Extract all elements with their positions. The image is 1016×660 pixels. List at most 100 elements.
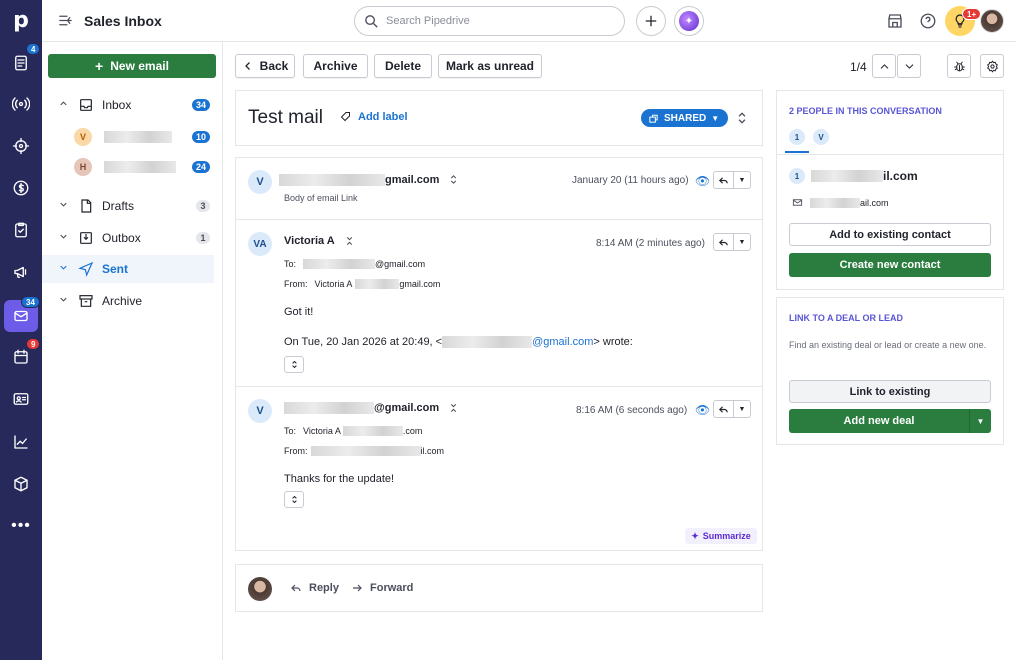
reply-icon[interactable] [714,172,734,188]
quote-email-link[interactable]: @gmail.com [532,336,593,348]
prev-thread-button[interactable] [872,54,896,78]
caret-down-icon[interactable]: ▼ [734,172,750,188]
reply-icon[interactable] [714,234,734,250]
target-icon[interactable] [9,134,33,158]
show-quoted-button[interactable] [284,356,304,373]
account-count: 10 [191,131,210,143]
from-email-suffix: il.com [420,446,445,456]
dollar-icon[interactable] [9,176,33,200]
reply-button[interactable]: Reply [290,582,339,594]
summarize-button[interactable]: ✦ Summarize [685,528,757,544]
collapse-menu-icon[interactable] [57,12,74,32]
next-thread-button[interactable] [897,54,921,78]
chevron-up-icon [58,98,70,112]
create-new-contact-button[interactable]: Create new contact [789,253,991,277]
to-line: To: @gmail.com [284,259,425,269]
email-redacted [342,426,403,436]
link-description: Find an existing deal or lead or create … [789,340,987,350]
folder-outbox[interactable]: Outbox 1 [42,224,214,252]
archive-button[interactable]: Archive [303,54,368,78]
person-tab-1[interactable]: 1 [789,129,805,145]
campaigns-icon[interactable] [9,260,33,284]
insights-icon[interactable] [9,430,33,454]
reply-icon[interactable] [714,401,734,417]
folder-archive[interactable]: Archive [42,287,214,315]
sparkle-icon: ✦ [691,530,699,541]
reply-icon [291,584,301,592]
new-email-button[interactable]: + New email [48,54,216,78]
add-to-existing-contact-button[interactable]: Add to existing contact [789,223,991,246]
back-button[interactable]: Back [235,54,295,78]
help-icon[interactable] [919,12,937,33]
expand-collapse-icon[interactable] [735,110,749,129]
message-time: January 20 (11 hours ago) [572,175,689,186]
gear-icon [986,60,998,72]
leads-icon[interactable] [9,92,33,116]
expand-icon [291,495,297,504]
person-tab-2[interactable]: V [813,129,829,145]
message-collapsed[interactable]: V gmail.com Body of email Link January 2… [236,158,762,220]
link-deal-panel: LINK TO A DEAL OR LEAD Find an existing … [776,297,1004,445]
email-redacted [810,197,860,208]
collapse-icon[interactable] [448,402,459,414]
thread-subject: Test mail [248,107,323,128]
from-line: From: il.com [284,446,444,456]
collapse-icon[interactable] [344,235,355,247]
contacts-icon[interactable] [9,387,33,411]
plus-icon [645,15,657,27]
search-icon [365,14,378,28]
caret-down-icon[interactable]: ▼ [969,409,991,433]
folder-inbox[interactable]: Inbox 34 [42,91,214,119]
to-email-suffix: .com [402,426,423,436]
pipedrive-logo[interactable]: p [9,8,33,33]
account-item[interactable]: V 10 [42,123,214,151]
reply-split-button[interactable]: ▼ [713,233,751,251]
caret-down-icon[interactable]: ▼ [734,234,750,250]
caret-down-icon[interactable]: ▼ [734,401,750,417]
thread-messages: V gmail.com Body of email Link January 2… [235,157,763,551]
link-to-existing-button[interactable]: Link to existing [789,380,991,403]
shared-dropdown[interactable]: SHARED ▼ [641,109,728,127]
reply-split-button[interactable]: ▼ [713,400,751,418]
tips-badge: 1+ [962,8,982,20]
sender-avatar: V [248,170,272,194]
person-email-suffix: ail.com [860,197,889,208]
user-avatar[interactable] [980,9,1004,33]
message-time: 8:16 AM (6 seconds ago) [576,405,688,416]
expand-icon[interactable] [448,173,459,186]
message-expanded: V @gmail.com 8:16 AM (6 seconds ago) 👁 ▼… [236,387,762,550]
add-new-deal-button[interactable]: Add new deal [789,409,969,433]
to-name: Victoria A [303,426,341,436]
show-quoted-button[interactable] [284,491,304,508]
more-icon[interactable]: ••• [9,514,33,538]
email-redacted [284,402,374,414]
thread-header: Test mail Add label SHARED ▼ [235,90,763,146]
draft-icon [81,199,92,213]
mark-unread-button[interactable]: Mark as unread [438,54,542,78]
mail-badge: 34 [21,296,40,308]
divider [777,154,1003,155]
folder-sent[interactable]: Sent [42,255,214,283]
products-icon[interactable] [9,472,33,496]
drafts-count: 3 [196,200,210,212]
reply-split-button[interactable]: ▼ [713,171,751,189]
add-label-button[interactable]: Add label [340,111,408,123]
search-input[interactable]: Search Pipedrive [354,6,625,36]
people-panel: 2 PEOPLE IN THIS CONVERSATION 1 V 1 il.c… [776,90,1004,290]
add-new-deal-split-button[interactable]: Add new deal ▼ [789,409,991,433]
forward-button[interactable]: Forward [351,582,413,594]
message-body: Got it! [284,306,314,318]
email-redacted [355,279,400,289]
sender-name-text: Victoria A [284,235,335,247]
account-item[interactable]: H 24 [42,153,214,181]
tasks-icon[interactable] [9,218,33,242]
marketplace-icon[interactable] [886,12,904,33]
bug-report-button[interactable] [947,54,971,78]
delete-button[interactable]: Delete [374,54,432,78]
quick-add-button[interactable] [636,6,666,36]
plus-icon: + [95,58,104,74]
folder-drafts[interactable]: Drafts 3 [42,192,214,220]
settings-button[interactable] [980,54,1004,78]
deals-badge: 4 [26,43,41,55]
ai-assistant-button[interactable]: ✦ [674,6,704,36]
